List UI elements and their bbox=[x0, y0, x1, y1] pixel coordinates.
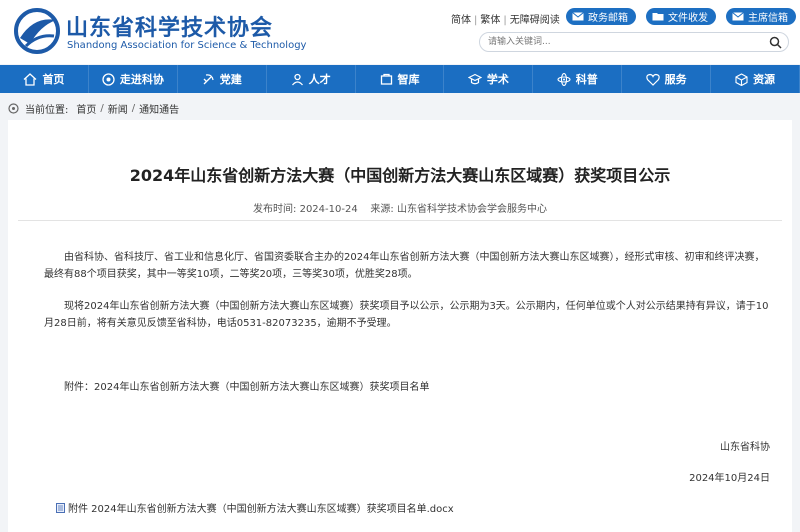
source-label: 来源: bbox=[370, 204, 394, 215]
nav-party[interactable]: 党建 bbox=[178, 65, 267, 93]
file-transfer-label: 文件收发 bbox=[668, 13, 708, 24]
nav-label: 党建 bbox=[219, 73, 242, 86]
site-header: 山东省科学技术协会 Shandong Association for Scien… bbox=[0, 0, 800, 64]
academic-icon bbox=[467, 73, 482, 84]
logo-icon[interactable] bbox=[12, 6, 62, 56]
resource-icon bbox=[735, 72, 748, 86]
nav-home[interactable]: 首页 bbox=[0, 65, 89, 93]
article-title: 2024年山东省创新方法大赛（中国创新方法大赛山东区域赛）获奖项目公示 bbox=[129, 166, 671, 185]
file-transfer-button[interactable]: 文件收发 bbox=[646, 8, 716, 25]
divider bbox=[18, 220, 782, 221]
breadcrumb-home[interactable]: 首页 bbox=[76, 101, 96, 116]
document-icon bbox=[56, 502, 65, 513]
nav-label: 首页 bbox=[42, 73, 65, 86]
article-paragraph: 由省科协、省科技厅、省工业和信息化厅、省国资委联合主办的2024年山东省创新方法… bbox=[44, 252, 765, 280]
nav-think-tank[interactable]: 智库 bbox=[356, 65, 445, 93]
nav-label: 资源 bbox=[753, 73, 776, 86]
search-icon[interactable] bbox=[769, 36, 782, 49]
think-tank-icon bbox=[380, 73, 392, 85]
nav-service[interactable]: 服务 bbox=[622, 65, 712, 93]
chairman-mail-label: 主席信箱 bbox=[748, 13, 788, 24]
nav-label: 服务 bbox=[664, 73, 687, 86]
nav-label: 科普 bbox=[575, 73, 598, 86]
breadcrumb-news[interactable]: 新闻 bbox=[108, 101, 128, 116]
person-icon bbox=[291, 73, 303, 85]
publish-date: 2024-10-24 bbox=[299, 204, 358, 215]
breadcrumb: 当前位置: 首页 / 新闻 / 通知通告 bbox=[8, 101, 179, 116]
attachment-note: 附件：2024年山东省创新方法大赛（中国创新方法大赛山东区域赛）获奖项目名单 bbox=[64, 382, 430, 393]
search-input[interactable] bbox=[488, 35, 758, 49]
source-name: 山东省科学技术协会学会服务中心 bbox=[396, 204, 547, 215]
party-icon bbox=[203, 73, 214, 84]
org-name-cn[interactable]: 山东省科学技术协会 bbox=[66, 10, 273, 42]
home-icon bbox=[23, 72, 37, 86]
signature-date: 2024年10月24日 bbox=[689, 473, 770, 484]
mail-icon bbox=[572, 12, 584, 21]
nav-resource[interactable]: 资源 bbox=[711, 65, 800, 93]
article-meta: 发布时间: 2024-10-24 来源: 山东省科学技术协会学会服务中心 bbox=[8, 200, 792, 215]
article-paragraph: 现将2024年山东省创新方法大赛（中国创新方法大赛山东区域赛）获奖项目予以公示，… bbox=[44, 301, 769, 329]
article-card: 2024年山东省创新方法大赛（中国创新方法大赛山东区域赛）获奖项目公示 发布时间… bbox=[8, 120, 792, 532]
gov-mail-label: 政务邮箱 bbox=[588, 13, 628, 24]
nav-label: 走进科协 bbox=[119, 73, 164, 86]
nav-label: 学术 bbox=[486, 73, 509, 86]
language-links: 简体 | 繁体 | 无障碍阅读 bbox=[451, 15, 560, 26]
attachment-file-name: 附件 2024年山东省创新方法大赛（中国创新方法大赛山东区域赛）获奖项目名单.d… bbox=[68, 504, 454, 515]
science-icon bbox=[557, 72, 571, 86]
simplified-link[interactable]: 简体 bbox=[451, 15, 471, 26]
nav-science[interactable]: 科普 bbox=[533, 65, 623, 93]
publish-label: 发布时间: bbox=[253, 204, 297, 215]
folder-icon bbox=[652, 13, 664, 21]
attachment-link[interactable]: 附件 2024年山东省创新方法大赛（中国创新方法大赛山东区域赛）获奖项目名单.d… bbox=[56, 500, 454, 515]
traditional-link[interactable]: 繁体 bbox=[480, 15, 500, 26]
mail-icon bbox=[732, 12, 744, 21]
org-name-en: Shandong Association for Science & Techn… bbox=[67, 40, 307, 51]
signature: 山东省科协 bbox=[720, 442, 770, 453]
nav-label: 智库 bbox=[397, 73, 420, 86]
accessibility-link[interactable]: 无障碍阅读 bbox=[510, 15, 560, 26]
breadcrumb-prefix: 当前位置: bbox=[25, 105, 69, 116]
main-nav: 首页 走进科协 党建 人才 智库 学术 科普 服务 资源 bbox=[0, 65, 800, 93]
breadcrumb-notices[interactable]: 通知通告 bbox=[139, 101, 179, 116]
chairman-mail-button[interactable]: 主席信箱 bbox=[726, 8, 796, 25]
nav-label: 人才 bbox=[308, 73, 331, 86]
search-box bbox=[479, 32, 789, 52]
nav-academic[interactable]: 学术 bbox=[444, 65, 534, 93]
service-icon bbox=[645, 73, 660, 86]
nav-about[interactable]: 走进科协 bbox=[89, 65, 178, 93]
nav-talent[interactable]: 人才 bbox=[267, 65, 356, 93]
about-icon bbox=[102, 72, 115, 86]
location-icon bbox=[8, 102, 19, 114]
gov-mail-button[interactable]: 政务邮箱 bbox=[566, 8, 636, 25]
